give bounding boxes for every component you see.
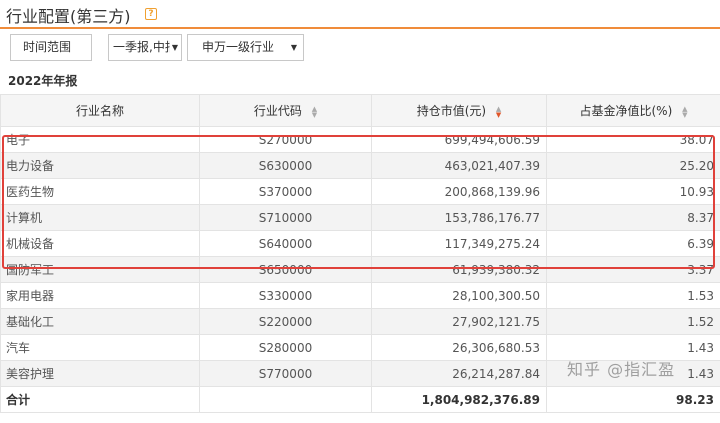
nav-ratio-cell: 1.53 (546, 282, 720, 309)
table-row: 基础化工 S220000 27,902,121.75 1.52 (0, 308, 720, 335)
market-value-cell: 1,804,982,376.89 (371, 386, 547, 413)
industry-name-cell: 国防军工 (0, 256, 200, 283)
table-row: 计算机 S710000 153,786,176.77 8.37 (0, 204, 720, 231)
market-value-cell: 153,786,176.77 (371, 204, 547, 231)
market-value-cell: 117,349,275.24 (371, 230, 547, 257)
nav-ratio-cell: 6.39 (546, 230, 720, 257)
industry-code-cell: S710000 (199, 204, 372, 231)
table-row: 机械设备 S640000 117,349,275.24 6.39 (0, 230, 720, 257)
market-value-cell: 26,214,287.84 (371, 360, 547, 387)
time-range-button[interactable]: 时间范围 (10, 34, 92, 61)
sort-descending-icon[interactable]: ▲ ▼ (496, 105, 501, 118)
industry-name-cell: 基础化工 (0, 308, 200, 335)
market-value-cell: 699,494,606.59 (371, 126, 547, 153)
table-total-row: 合计 1,804,982,376.89 98.23 (0, 386, 720, 413)
nav-ratio-cell: 1.43 (546, 360, 720, 387)
industry-code-cell: S630000 (199, 152, 372, 179)
table-row: 家用电器 S330000 28,100,300.50 1.53 (0, 282, 720, 309)
sort-icon[interactable]: ▲ ▼ (312, 105, 317, 118)
industry-code-cell: S280000 (199, 334, 372, 361)
table-row: 医药生物 S370000 200,868,139.96 10.93 (0, 178, 720, 205)
caret-down-icon: ▼ (290, 43, 297, 52)
industry-allocation-table-section: 2022年年报 行业名称 行业代码 ▲ ▼ 持仓市值(元) ▲ ▼ 占基金净值比(%… (0, 66, 720, 423)
report-period-label: 2022年年报 (8, 74, 78, 88)
caret-down-icon: ▼ (169, 35, 178, 60)
nav-ratio-cell: 98.23 (546, 386, 720, 413)
nav-ratio-cell: 1.52 (546, 308, 720, 335)
column-header-industry-name: 行业名称 (0, 94, 200, 127)
question-mark-icon[interactable]: ? (145, 8, 157, 20)
table-header-row: 行业名称 行业代码 ▲ ▼ 持仓市值(元) ▲ ▼ 占基金净值比(%) ▲ ▼ (0, 94, 720, 127)
column-header-nav-ratio[interactable]: 占基金净值比(%) ▲ ▼ (546, 94, 720, 127)
industry-code-cell: S270000 (199, 126, 372, 153)
section-header: 行业配置(第三方) ? (0, 0, 720, 29)
nav-ratio-cell: 1.43 (546, 334, 720, 361)
market-value-cell: 463,021,407.39 (371, 152, 547, 179)
sort-icon[interactable]: ▲ ▼ (682, 105, 687, 118)
industry-name-cell: 医药生物 (0, 178, 200, 205)
page-title: 行业配置(第三方) (6, 7, 131, 26)
table-row: 电力设备 S630000 463,021,407.39 25.20 (0, 152, 720, 179)
industry-name-cell: 美容护理 (0, 360, 200, 387)
industry-name-cell: 家用电器 (0, 282, 200, 309)
market-value-cell: 28,100,300.50 (371, 282, 547, 309)
market-value-cell: 61,939,380.32 (371, 256, 547, 283)
industry-name-cell: 电子 (0, 126, 200, 153)
market-value-cell: 26,306,680.53 (371, 334, 547, 361)
industry-code-cell (199, 386, 372, 413)
industry-select-value: 申万一级行业 (202, 40, 275, 54)
table-row: 美容护理 S770000 26,214,287.84 1.43 (0, 360, 720, 387)
industry-classification-select[interactable]: 申万一级行业 ▼ (187, 34, 304, 61)
filter-bar: 时间范围 一季报,中报 ▼ 申万一级行业 ▼ (0, 32, 720, 62)
period-select-value: 一季报,中报 (113, 40, 177, 54)
industry-name-cell: 合计 (0, 386, 200, 413)
nav-ratio-cell: 25.20 (546, 152, 720, 179)
nav-ratio-cell: 3.37 (546, 256, 720, 283)
industry-code-cell: S650000 (199, 256, 372, 283)
period-select[interactable]: 一季报,中报 ▼ (108, 34, 182, 61)
market-value-cell: 200,868,139.96 (371, 178, 547, 205)
industry-name-cell: 汽车 (0, 334, 200, 361)
industry-name-cell: 电力设备 (0, 152, 200, 179)
column-header-industry-code[interactable]: 行业代码 ▲ ▼ (199, 94, 372, 127)
industry-code-cell: S330000 (199, 282, 372, 309)
industry-name-cell: 机械设备 (0, 230, 200, 257)
table-row: 电子 S270000 699,494,606.59 38.07 (0, 126, 720, 153)
nav-ratio-cell: 8.37 (546, 204, 720, 231)
industry-code-cell: S770000 (199, 360, 372, 387)
market-value-cell: 27,902,121.75 (371, 308, 547, 335)
table-row: 汽车 S280000 26,306,680.53 1.43 (0, 334, 720, 361)
industry-code-cell: S640000 (199, 230, 372, 257)
table-row: 国防军工 S650000 61,939,380.32 3.37 (0, 256, 720, 283)
column-header-market-value[interactable]: 持仓市值(元) ▲ ▼ (371, 94, 547, 127)
industry-code-cell: S370000 (199, 178, 372, 205)
industry-allocation-table: 行业名称 行业代码 ▲ ▼ 持仓市值(元) ▲ ▼ 占基金净值比(%) ▲ ▼ 电子 S… (0, 94, 720, 413)
industry-name-cell: 计算机 (0, 204, 200, 231)
nav-ratio-cell: 38.07 (546, 126, 720, 153)
nav-ratio-cell: 10.93 (546, 178, 720, 205)
industry-code-cell: S220000 (199, 308, 372, 335)
